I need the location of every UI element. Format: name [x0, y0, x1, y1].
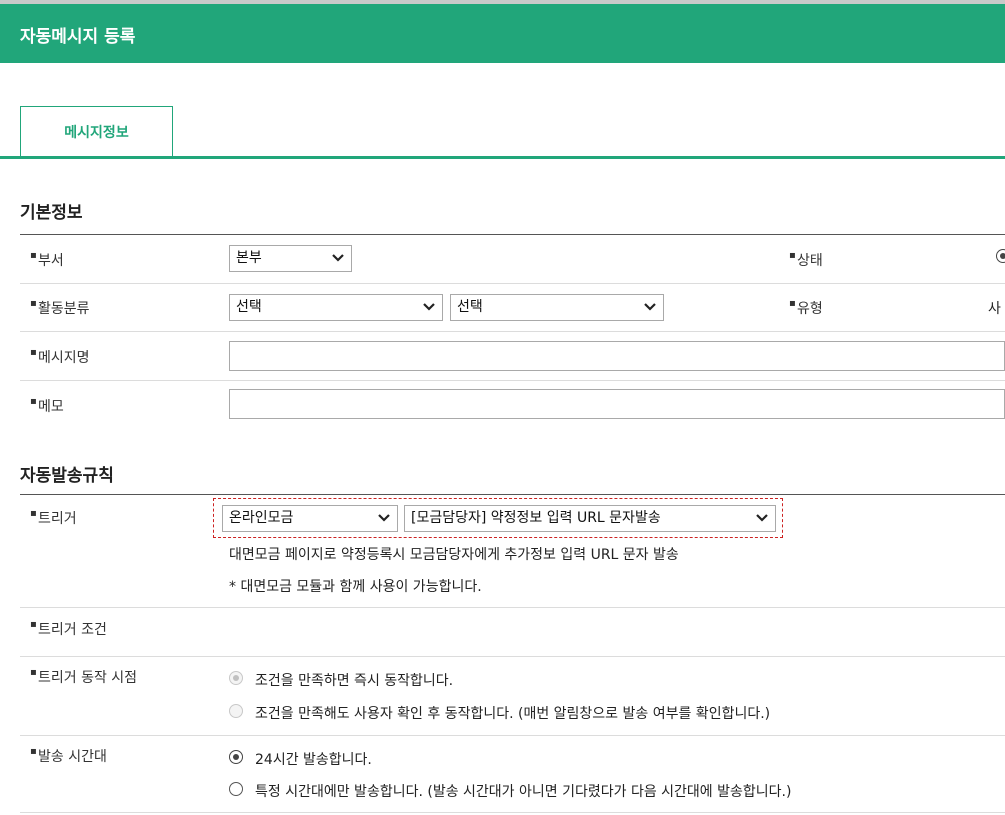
chevron-down-icon [423, 303, 435, 311]
trigger-note: * 대면모금 모듈과 함께 사용이 가능합니다. [229, 579, 482, 595]
memo-label: ▪ 메모 [30, 396, 64, 415]
send-time-label: ▪ 발송 시간대 [30, 746, 107, 765]
type-label: ▪ 유형 [789, 298, 823, 317]
timing-immediate-radio[interactable] [229, 671, 243, 685]
row-divider [20, 607, 1005, 608]
chevron-down-icon [378, 514, 390, 522]
department-label: ▪ 부서 [30, 250, 64, 269]
section-title-rules: 자동발송규칙 [20, 466, 114, 486]
activity-label: ▪ 활동분류 [30, 298, 90, 317]
section-title-basic: 기본정보 [20, 203, 83, 223]
page-title: 자동메시지 등록 [20, 27, 136, 47]
message-name-input[interactable] [229, 341, 1005, 371]
trigger-category-select[interactable]: 온라인모금 [222, 505, 398, 532]
type-value: 사 [988, 301, 1001, 317]
row-divider [20, 812, 1005, 813]
message-name-label: ▪ 메시지명 [30, 347, 90, 366]
department-select[interactable]: 본부 [229, 245, 352, 272]
row-divider [20, 380, 1005, 381]
row-divider [20, 656, 1005, 657]
trigger-event-select[interactable]: [모금담당자] 약정정보 입력 URL 문자발송 [404, 505, 776, 532]
trigger-label: ▪ 트리거 [30, 508, 77, 527]
section-divider [20, 494, 1005, 495]
row-divider [20, 331, 1005, 332]
timing-immediate-label: 조건을 만족하면 즉시 동작합니다. [255, 673, 454, 689]
tab-message-info[interactable]: 메시지정보 [20, 106, 173, 156]
section-divider [20, 234, 1005, 235]
trigger-description: 대면모금 페이지로 약정등록시 모금담당자에게 추가정보 입력 URL 문자 발… [229, 547, 679, 563]
activity-category-select[interactable]: 선택 [229, 294, 443, 321]
memo-input[interactable] [229, 389, 1005, 419]
chevron-down-icon [644, 303, 656, 311]
row-divider [20, 735, 1005, 736]
timing-confirm-label: 조건을 만족해도 사용자 확인 후 동작합니다. (매번 알림창으로 발송 여부… [255, 706, 771, 722]
status-label: ▪ 상태 [789, 250, 823, 269]
trigger-timing-label: ▪ 트리거 동작 시점 [30, 667, 138, 686]
timing-confirm-radio[interactable] [229, 704, 243, 718]
activity-subcategory-select[interactable]: 선택 [450, 294, 664, 321]
title-bar: 자동메시지 등록 [0, 0, 1005, 63]
chevron-down-icon [332, 254, 344, 262]
send-24h-radio[interactable] [229, 750, 243, 764]
tab-underline [0, 156, 1005, 159]
status-radio[interactable] [996, 249, 1005, 263]
row-divider [20, 283, 1005, 284]
trigger-condition-label: ▪ 트리거 조건 [30, 619, 107, 638]
send-specific-time-radio[interactable] [229, 782, 243, 796]
send-specific-time-label: 특정 시간대에만 발송합니다. (발송 시간대가 아니면 기다렸다가 다음 시간… [255, 784, 792, 800]
chevron-down-icon [756, 514, 768, 522]
send-24h-label: 24시간 발송합니다. [255, 752, 372, 768]
